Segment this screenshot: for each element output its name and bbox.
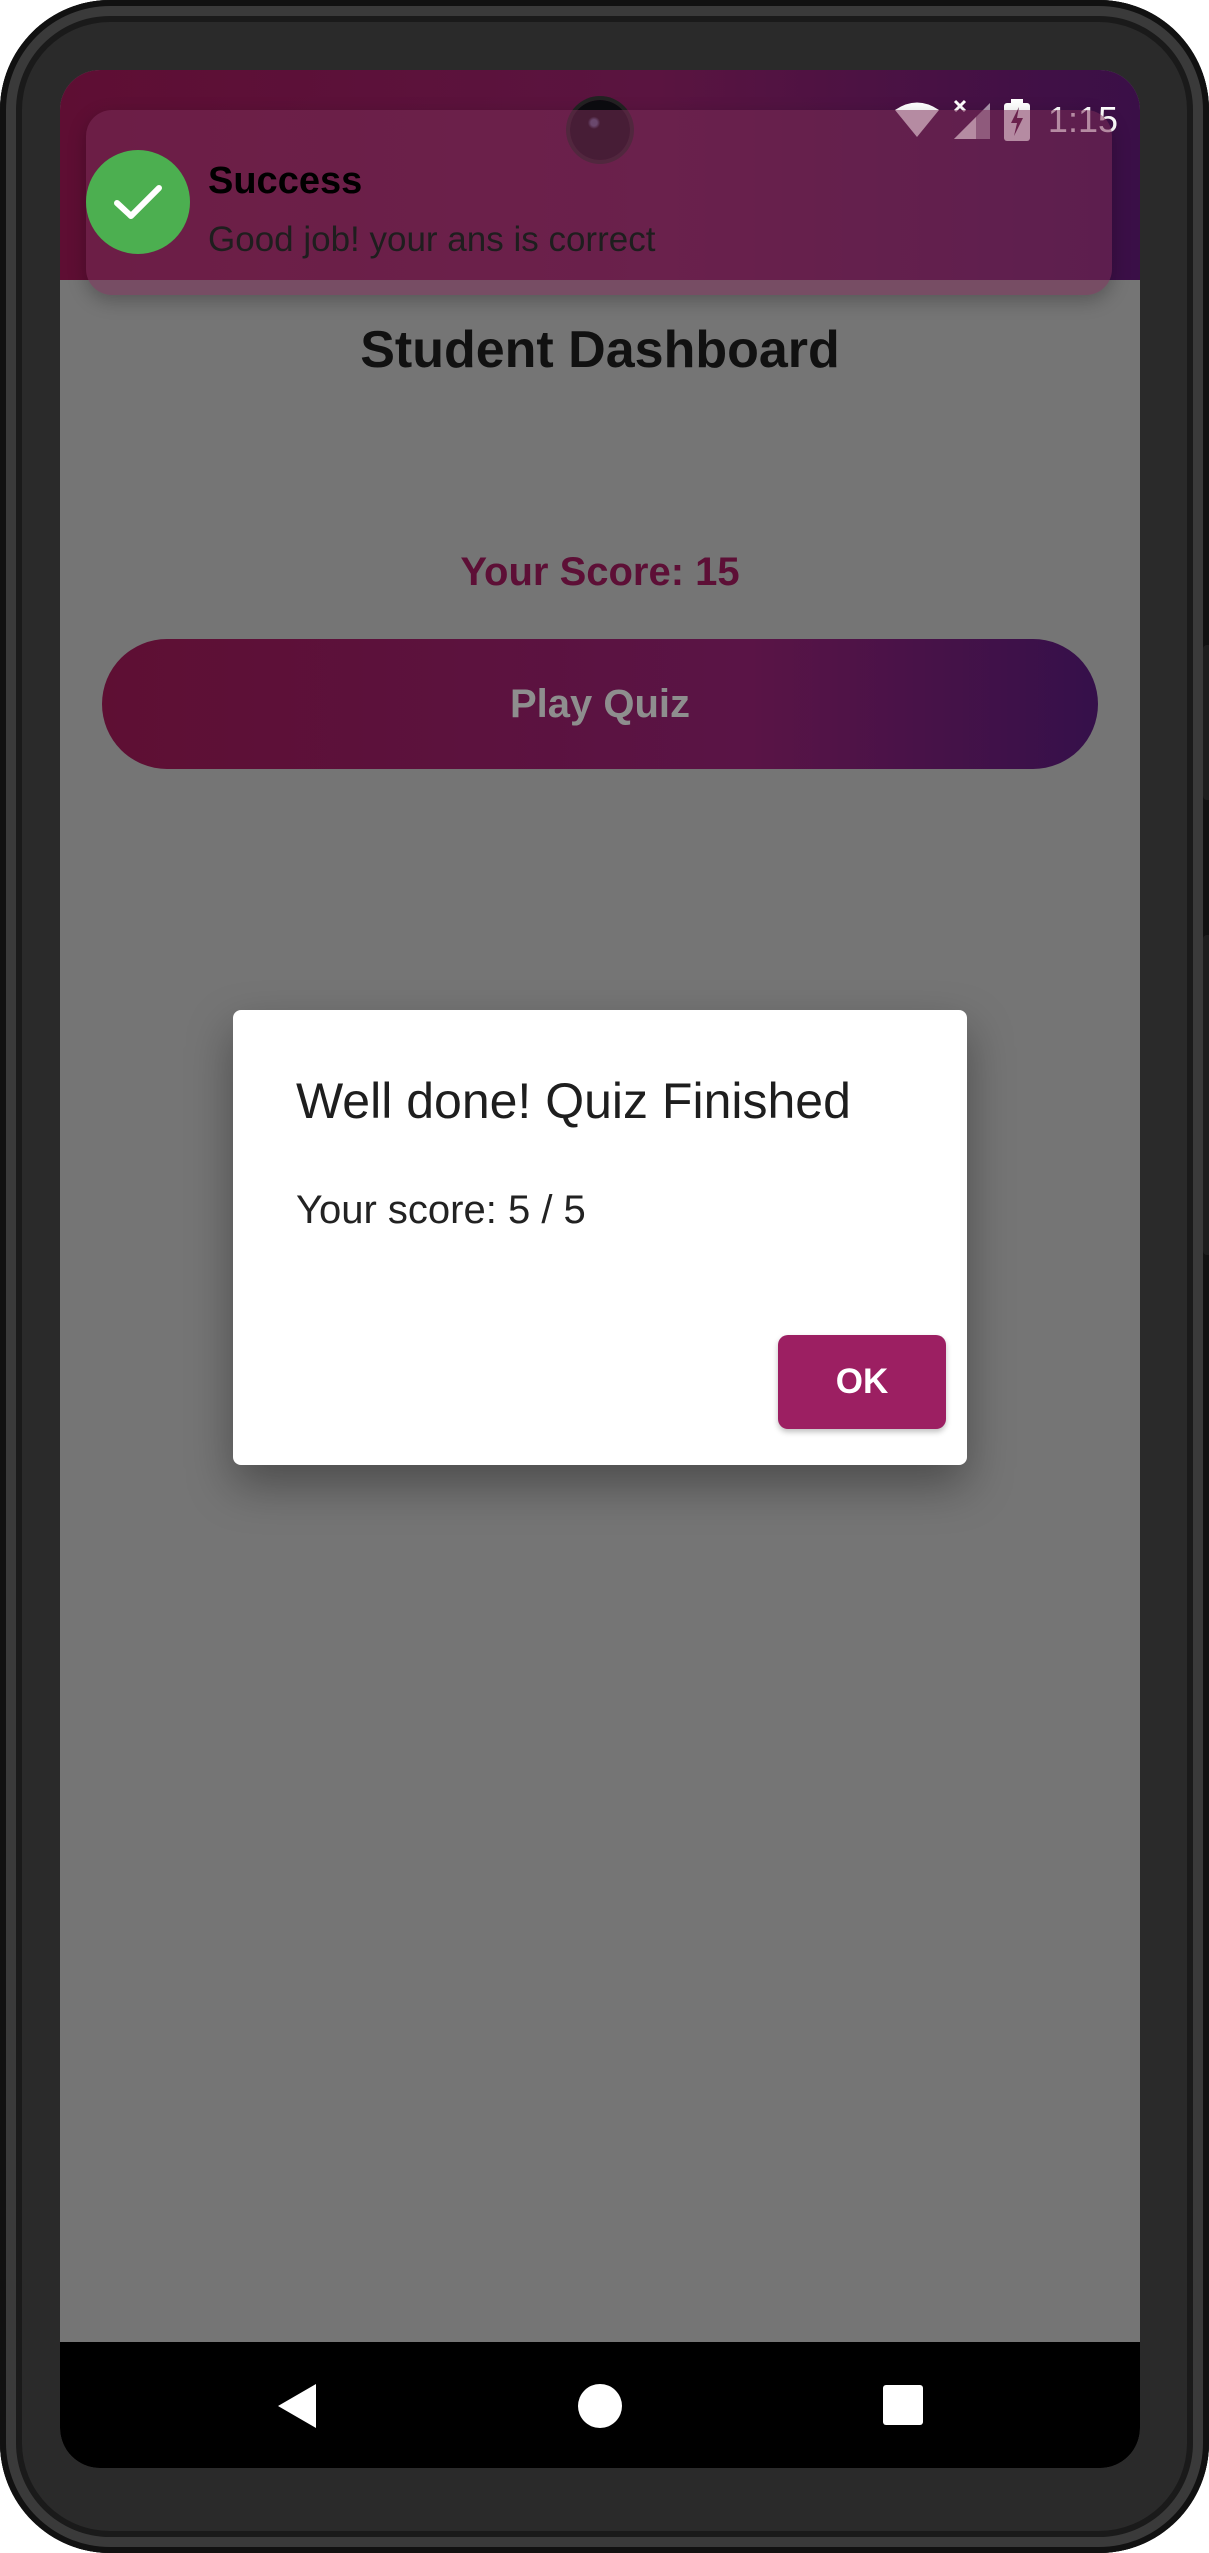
success-snackbar[interactable]: Success Good job! your ans is correct bbox=[86, 110, 1112, 295]
snackbar-title: Success bbox=[208, 160, 363, 202]
success-badge bbox=[86, 150, 190, 254]
home-icon[interactable] bbox=[578, 2384, 622, 2428]
recents-icon[interactable] bbox=[883, 2385, 923, 2425]
screen: 1:15 Success Good job! your ans is corre… bbox=[60, 70, 1140, 2468]
play-quiz-button[interactable]: Play Quiz bbox=[102, 639, 1098, 769]
power-button bbox=[1203, 645, 1209, 800]
play-quiz-label: Play Quiz bbox=[509, 681, 691, 726]
snackbar-message: Good job! your ans is correct bbox=[208, 220, 656, 259]
check-icon bbox=[114, 185, 162, 219]
score-text: Your Score: 15 bbox=[460, 550, 740, 594]
volume-rocker bbox=[1203, 935, 1209, 1255]
navigation-bar bbox=[60, 2342, 1140, 2468]
dialog-title: Well done! Quiz Finished bbox=[296, 1073, 851, 1129]
back-icon[interactable] bbox=[278, 2384, 316, 2428]
page-title: Student Dashboard bbox=[360, 321, 840, 379]
phone-frame: 1:15 Success Good job! your ans is corre… bbox=[0, 0, 1209, 2553]
dialog-score-text: Your score: 5 / 5 bbox=[296, 1188, 586, 1232]
ok-button[interactable]: OK bbox=[778, 1335, 946, 1429]
quiz-finished-dialog: Well done! Quiz Finished Your score: 5 /… bbox=[233, 1010, 967, 1465]
